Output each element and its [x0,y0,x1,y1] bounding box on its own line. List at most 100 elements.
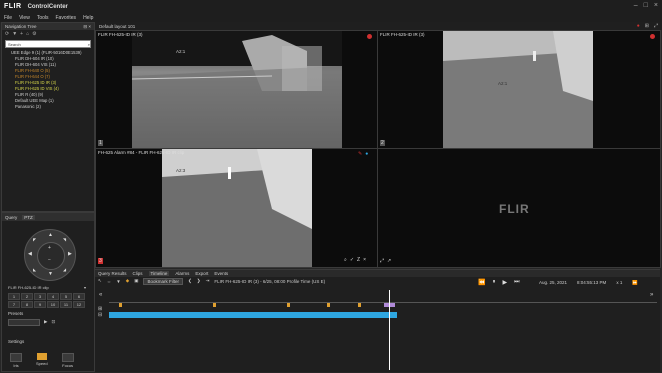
fullscreen-icon[interactable]: ⤢ [654,23,658,29]
layout-grid-icon[interactable]: ⊞ [645,23,649,29]
preset-number-button[interactable]: 6 [73,293,85,300]
search-input[interactable]: Search ⌕ [5,40,91,48]
menu-view[interactable]: View [19,15,30,21]
pan-left-icon[interactable]: ◀ [28,251,32,257]
pan-right-icon[interactable]: ▶ [68,251,72,257]
playhead[interactable] [389,290,390,370]
menu-help[interactable]: Help [83,15,93,21]
date-field[interactable]: Aug. 25, 2021 [539,280,567,286]
filter-icon[interactable]: ▼ [12,31,17,37]
preset-number-button[interactable]: 4 [47,293,59,300]
bookmark-marker[interactable] [358,303,361,307]
preset-number-button[interactable]: 10 [47,301,59,308]
track-collapse-icon[interactable]: ⊟ [98,312,102,318]
iris-control[interactable]: Iris [10,353,22,368]
play-icon[interactable]: ▶ [503,279,508,286]
tab-clips[interactable]: Clips [133,271,143,276]
alarm-icon[interactable]: ✎ [358,151,362,157]
layout-title[interactable]: Default layout 101 [99,24,135,29]
marker-icon[interactable]: ▼ [116,279,120,284]
preset-number-button[interactable]: 2 [21,293,33,300]
preset-number-button[interactable]: 5 [60,293,72,300]
tab-ptz[interactable]: PTZ [22,214,35,220]
focus-box[interactable] [61,353,74,362]
next-icon[interactable]: ❯ [197,278,201,284]
zoom-out-icon[interactable]: − [48,257,51,263]
zoom-icon[interactable]: ⌕ [344,257,347,263]
tab-query-results[interactable]: Query Results [98,271,127,276]
menu-tools[interactable]: Tools [37,15,49,21]
recording-lane[interactable] [109,312,397,318]
bookmark-marker[interactable] [327,303,330,307]
refresh-icon[interactable]: ⟳ [5,31,9,37]
preset-select[interactable] [8,319,40,326]
bookmark-filter-button[interactable]: Bookmark Filter [143,277,183,285]
speed-box[interactable] [36,353,47,360]
pointer-icon[interactable]: ↖ [98,278,102,284]
pan-down-left-icon[interactable]: ◣ [33,267,36,272]
menu-favorites[interactable]: Favorites [56,15,77,21]
time-field[interactable]: 8:04:55:13 PM [577,280,606,286]
link-icon[interactable]: ↗ [387,258,391,264]
preset-number-button[interactable]: 7 [8,301,20,308]
lock-icon[interactable]: ▣ [134,278,138,284]
step-forward-icon[interactable]: ⏭ [514,279,519,286]
preset-number-button[interactable]: 1 [8,293,20,300]
ptz-camera-select[interactable]: FLIR FH-625-ID IR clip ▾ [8,285,86,291]
preset-number-button[interactable]: 8 [21,301,33,308]
minimize-icon[interactable]: – [634,2,638,9]
pause-icon[interactable]: ⏸ [492,279,495,286]
ptz-joystick[interactable]: ▲ ▼ ◀ ▶ ◤ ◥ ◣ ◢ + − [24,229,76,281]
preset-number-button[interactable]: 12 [73,301,85,308]
ptz-icon[interactable]: Z [357,257,360,263]
export-icon[interactable]: ⇥ [206,278,210,284]
time-ruler[interactable] [109,292,657,303]
fast-forward-icon[interactable]: ⏩ [632,280,638,286]
pan-down-icon[interactable]: ▼ [48,271,53,277]
chevron-down-icon[interactable]: ▾ [84,285,86,291]
search-icon[interactable]: ⌕ [88,42,90,47]
video-tile-2[interactable]: FLIR FH-625-ID IR (3) A2:1 2 [377,30,661,149]
save-icon[interactable]: ⊡ [51,319,55,326]
tab-export[interactable]: Export [195,271,208,276]
rewind-icon[interactable]: ⏪ [478,279,485,286]
settings-icon[interactable]: ⚙ [32,31,36,37]
pan-up-icon[interactable]: ▲ [48,232,53,238]
add-icon[interactable]: + [20,31,23,37]
preset-number-button[interactable]: 9 [34,301,46,308]
pan-down-right-icon[interactable]: ◢ [63,267,66,272]
scroll-left-icon[interactable]: « [99,292,102,298]
tab-events[interactable]: Events [214,271,228,276]
menu-file[interactable]: File [4,15,12,21]
prev-icon[interactable]: ❮ [188,278,192,284]
tag-icon[interactable]: ⌂ [26,31,29,37]
record-icon[interactable]: ● [637,23,640,29]
pan-up-left-icon[interactable]: ◤ [33,237,36,242]
tab-timeline[interactable]: Timeline [148,271,170,276]
video-tile-1[interactable]: FLIR FH-625-ID IR (3) A2:1 1 [95,30,378,149]
close-icon[interactable]: × [654,2,658,9]
zoom-in-icon[interactable]: + [48,245,51,251]
fit-icon[interactable]: ⇔ [107,279,112,284]
close-icon[interactable]: × [363,257,366,263]
snapshot-icon[interactable]: ✓ [350,257,354,263]
pan-up-right-icon[interactable]: ◥ [63,237,66,242]
preset-number-button[interactable]: 3 [34,293,46,300]
iris-box[interactable] [10,353,22,362]
tab-alarms[interactable]: Alarms [175,271,189,276]
speed-control[interactable]: Speed [36,353,48,368]
tab-query[interactable]: Query [5,215,17,220]
speed-field[interactable]: x 1 [616,280,622,286]
bookmark-marker[interactable] [119,303,122,307]
info-icon[interactable]: ● [365,151,368,157]
bookmark-marker[interactable] [213,303,216,307]
expand-icon[interactable]: ⤢ [380,258,384,264]
maximize-icon[interactable]: □ [644,2,648,9]
bookmark-icon[interactable]: ◆ [126,278,129,284]
video-tile-3[interactable]: FH-625 Alarm #84 - FLIR FH-625-ID IR cli… [95,148,378,268]
focus-control[interactable]: Focus [61,353,74,368]
joystick-center[interactable] [37,242,65,270]
bookmark-marker[interactable] [287,303,290,307]
pin-icon[interactable]: ⊟ × [83,24,91,30]
tree-item[interactable]: Panasonic (2) [5,104,94,110]
